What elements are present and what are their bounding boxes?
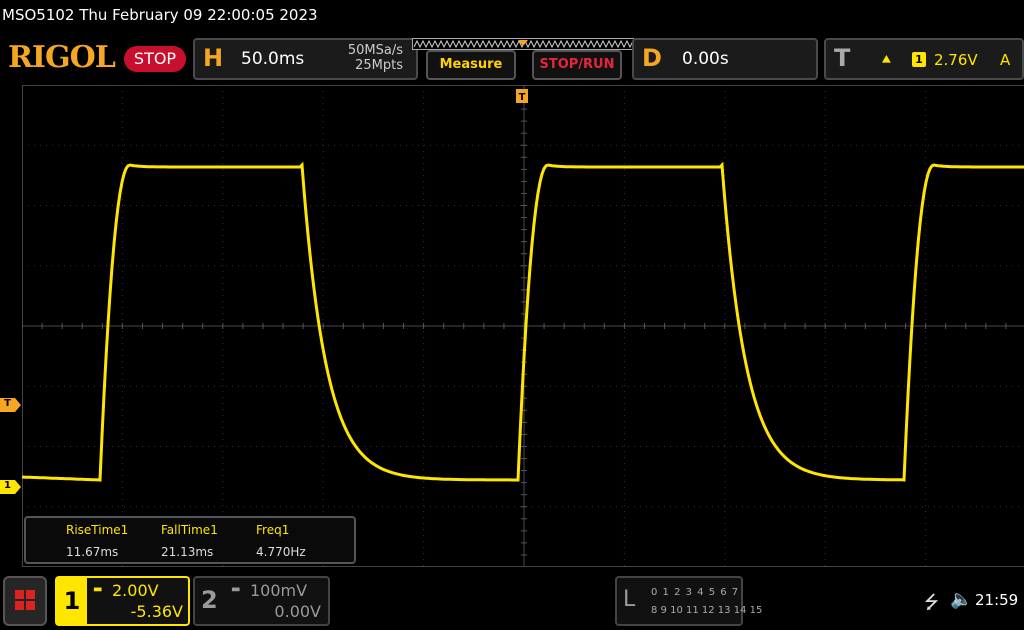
- trigger-panel[interactable]: T ⯅ 1 2.76V A: [824, 38, 1024, 80]
- trigger-mode: A: [1000, 51, 1011, 69]
- channel1-scale: 2.00V: [112, 581, 159, 600]
- dc-coupling-icon: ▬: [93, 584, 103, 595]
- device-title: MSO5102 Thu February 09 22:00:05 2023: [2, 6, 318, 24]
- measurement-panel[interactable]: RiseTime1 11.67ms FallTime1 21.13ms Freq…: [24, 516, 356, 564]
- channel2-offset: 0.00V: [274, 602, 321, 621]
- memory-depth: 25Mpts: [355, 58, 403, 73]
- title-bar: MSO5102 Thu February 09 22:00:05 2023: [0, 0, 1024, 32]
- channel2-scale: 100mV: [250, 581, 308, 600]
- brand-logo: RIGOL: [8, 40, 116, 75]
- grid-menu-icon: [15, 590, 35, 610]
- trigger-level: 2.76V: [934, 51, 978, 69]
- graticule: [22, 85, 1024, 567]
- trigger-level-marker[interactable]: T: [0, 397, 22, 412]
- waveform-display[interactable]: T: [22, 85, 1024, 567]
- delay-panel[interactable]: D 0.00s: [632, 38, 818, 80]
- run-state-badge[interactable]: STOP: [124, 46, 186, 72]
- horizontal-panel[interactable]: H 50.0ms 50MSa/s 25Mpts: [193, 38, 418, 80]
- stop-run-button[interactable]: STOP/RUN: [532, 50, 622, 80]
- delay-letter: D: [642, 44, 662, 72]
- channel1-offset-marker[interactable]: 1: [0, 479, 22, 494]
- channel1-trace: [22, 161, 1024, 482]
- measure-button[interactable]: Measure: [426, 50, 516, 80]
- channel1-panel[interactable]: 1 ▬ 2.00V -5.36V: [55, 576, 190, 626]
- measurement-label: Freq1: [256, 523, 290, 537]
- time-scale: 50.0ms: [241, 49, 305, 69]
- rising-edge-icon: ⯅: [880, 50, 893, 69]
- trigger-position-indicator: T: [516, 89, 528, 103]
- clock: 21:59: [975, 591, 1019, 609]
- measurement-label: FallTime1: [161, 523, 218, 537]
- home-button[interactable]: [3, 576, 47, 626]
- dc-coupling-icon: ▬: [231, 584, 241, 595]
- horizontal-letter: H: [203, 44, 224, 72]
- measurement-value: 11.67ms: [66, 545, 119, 559]
- measurement-value: 21.13ms: [161, 545, 214, 559]
- trigger-source: 1: [912, 52, 926, 67]
- digital-channels-row1: 0 1 2 3 4 5 6 7: [651, 587, 740, 598]
- measurement-label: RiseTime1: [66, 523, 129, 537]
- channel1-offset: -5.36V: [130, 602, 183, 621]
- sample-rate: 50MSa/s: [347, 43, 403, 58]
- logic-analyzer-letter: L: [623, 587, 636, 612]
- speaker-muted-icon[interactable]: 🔈: [950, 589, 972, 610]
- memory-timeline: [412, 38, 634, 50]
- delay-value: 0.00s: [682, 49, 729, 69]
- svg-text:T: T: [519, 92, 526, 103]
- digital-channels-row2: 8 9 10 11 12 13 14 15: [651, 605, 763, 616]
- channel2-number: 2: [201, 586, 218, 614]
- channel1-number: 1: [57, 578, 87, 624]
- channel2-panel[interactable]: 2 ▬ 100mV 0.00V: [193, 576, 330, 626]
- logic-analyzer-panel[interactable]: L 0 1 2 3 4 5 6 7 8 9 10 11 12 13 14 15: [615, 576, 762, 626]
- trigger-letter: T: [834, 44, 851, 72]
- usb-icon: ⭍: [924, 592, 939, 613]
- measurement-value: 4.770Hz: [256, 545, 306, 559]
